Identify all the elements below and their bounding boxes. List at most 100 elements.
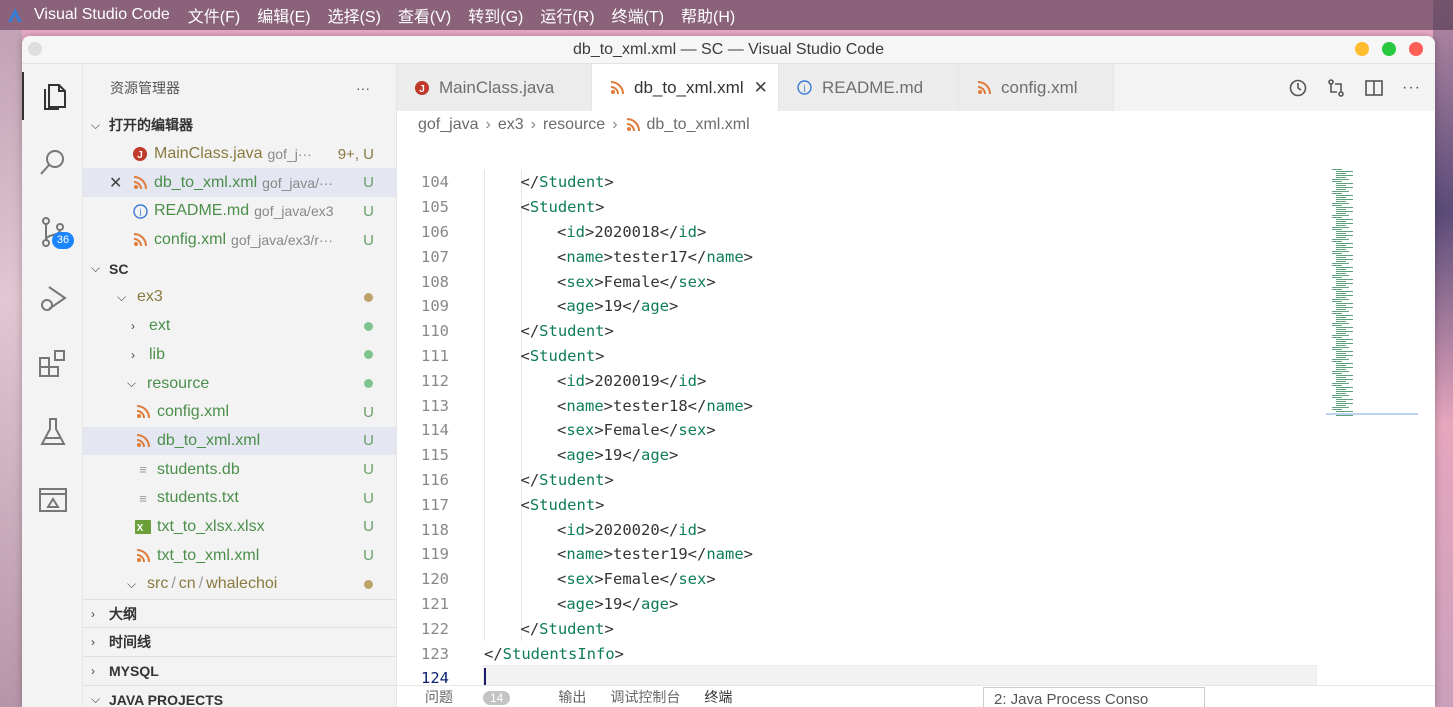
menu-edit[interactable]: 编辑(E) (257, 3, 310, 27)
minimap-line (1336, 377, 1346, 378)
history-icon[interactable] (1288, 78, 1308, 98)
tab-close-icon[interactable]: ✕ (754, 78, 768, 98)
open-editor-item[interactable]: config.xml gof_java/ex3/r··· U (83, 226, 396, 255)
menubar-app-name[interactable]: Visual Studio Code (34, 6, 170, 24)
menu-help[interactable]: 帮助(H) (681, 3, 735, 27)
breadcrumb-item[interactable]: db_to_xml.xml (647, 116, 750, 134)
minimap-line (1336, 315, 1353, 316)
minimap-line (1336, 351, 1353, 352)
tab-config[interactable]: config.xml (959, 64, 1114, 111)
menu-selection[interactable]: 选择(S) (328, 3, 381, 27)
rss-icon (625, 118, 641, 132)
tree-file[interactable]: txt_to_xml.xml U (83, 541, 396, 570)
run-debug-icon (40, 286, 67, 311)
open-editor-item-active[interactable]: ✕ db_to_xml.xml gof_java/··· U (83, 168, 396, 198)
outline-section-header[interactable]: › 大纲 (83, 598, 396, 628)
menu-file[interactable]: 文件(F) (188, 3, 240, 27)
activity-bar: 36 (22, 64, 83, 707)
minimap-line (1332, 325, 1342, 326)
java-projects-section-header[interactable]: ⌵ JAVA PROJECTS (83, 684, 396, 707)
menu-go[interactable]: 转到(G) (468, 3, 523, 27)
more-actions-icon[interactable]: ··· (1402, 79, 1421, 97)
line-number: 123 (421, 644, 449, 663)
window-title: db_to_xml.xml — SC — Visual Studio Code (573, 40, 884, 58)
close-window-button[interactable] (1409, 42, 1423, 56)
menu-terminal[interactable]: 终端(T) (612, 3, 664, 27)
tree-folder-resource[interactable]: ⌵ resource (83, 369, 396, 398)
chevron-right-icon: › (91, 663, 95, 678)
minimap-line (1336, 319, 1353, 320)
breadcrumb-item[interactable]: resource (543, 116, 605, 134)
menu-view[interactable]: 查看(V) (398, 3, 451, 27)
minimap-line (1332, 229, 1342, 230)
open-editor-item[interactable]: J MainClass.java gof_j··· 9+, U (83, 140, 396, 169)
minimize-button[interactable] (1355, 42, 1369, 56)
tab-mainclass[interactable]: J MainClass.java (397, 64, 592, 111)
minimap-line (1332, 215, 1349, 216)
explorer-more-button[interactable]: ··· (356, 80, 370, 96)
code-text: </Student> (520, 470, 614, 489)
tab-readme[interactable]: i README.md (779, 64, 959, 111)
minimap-line (1336, 245, 1346, 246)
minimap-line (1336, 341, 1346, 342)
minimap-line (1332, 227, 1349, 228)
tree-file-selected[interactable]: db_to_xml.xml U (83, 426, 396, 456)
code-text: <age>19</age> (557, 594, 679, 613)
code-line: 119 <name>tester19</name> (397, 542, 1317, 567)
code-editor[interactable]: 104 </Student> 105 <Student> 106 <id>2020018<… (397, 168, 1435, 707)
breadcrumb-item[interactable]: ex3 (498, 116, 524, 134)
minimap-line (1332, 301, 1342, 302)
tree-file[interactable]: ≡ students.db U (83, 455, 396, 484)
code-line: 107 <name>tester17</name> (397, 244, 1317, 269)
zoom-button[interactable] (1382, 42, 1396, 56)
desktop-background-left (0, 30, 22, 707)
mysql-section-header[interactable]: › MYSQL (83, 656, 396, 685)
minimap-line (1336, 283, 1353, 284)
window-controls (1355, 42, 1423, 56)
tree-folder-src[interactable]: ⌵ src / cn / whalechoi (83, 570, 396, 599)
tab-db-to-xml[interactable]: db_to_xml.xml ✕ (592, 64, 779, 111)
open-editors-section-header[interactable]: ⌵ 打开的编辑器 (83, 111, 396, 140)
terminal-select[interactable]: 2: Java Process Conso (983, 687, 1205, 707)
chevron-right-icon: › (91, 606, 95, 621)
explorer-activity-button[interactable] (22, 72, 83, 120)
editor-tabs: J MainClass.java db_to_xml.xml ✕ i READM… (397, 64, 1435, 111)
minimap-line (1332, 383, 1349, 384)
minimap-line (1336, 333, 1346, 334)
minimap-slider[interactable] (1326, 413, 1418, 415)
tree-folder-ext[interactable]: › ext (83, 312, 396, 341)
workspace-section-header[interactable]: ⌵ SC (83, 254, 396, 283)
tree-file[interactable]: ≡ students.txt U (83, 484, 396, 513)
line-number: 121 (421, 594, 449, 613)
search-activity-button[interactable] (22, 138, 83, 186)
panel-tab-debug-console[interactable]: 调试控制台 (610, 687, 680, 707)
remote-explorer-activity-button[interactable] (22, 476, 83, 524)
tree-folder-lib[interactable]: › lib (83, 341, 396, 370)
menu-run[interactable]: 运行(R) (540, 3, 594, 27)
close-icon[interactable]: ✕ (109, 173, 132, 193)
tree-file[interactable]: X txt_to_xlsx.xlsx U (83, 513, 396, 542)
run-debug-activity-button[interactable] (22, 274, 83, 322)
timeline-section-header[interactable]: › 时间线 (83, 627, 396, 656)
open-editor-item[interactable]: i README.md gof_java/ex3 U (83, 197, 396, 226)
extensions-activity-button[interactable] (22, 340, 83, 388)
tree-file[interactable]: config.xml U (83, 398, 396, 427)
minimap[interactable] (1326, 168, 1418, 418)
split-editor-icon[interactable] (1364, 78, 1384, 98)
panel-tab-output[interactable]: 输出 (558, 687, 586, 707)
extensions-icon (38, 350, 65, 377)
chevron-down-icon: ⌵ (117, 289, 127, 304)
source-control-activity-button[interactable] (22, 208, 83, 256)
compare-changes-icon[interactable] (1326, 78, 1346, 98)
code-line: 104 </Student> (397, 170, 1317, 195)
tree-folder-ex3[interactable]: ⌵ ex3 (83, 283, 396, 312)
code-line: 111 <Student> (397, 344, 1317, 369)
minimap-line (1336, 219, 1353, 220)
minimap-line (1332, 407, 1349, 408)
breadcrumb-item[interactable]: gof_java (418, 116, 479, 134)
testing-activity-button[interactable] (22, 408, 83, 456)
panel-tab-terminal[interactable]: 终端 (704, 687, 732, 707)
remote-explorer-icon (38, 488, 67, 512)
editor-actions: ··· (1288, 64, 1421, 111)
panel-tab-problems[interactable]: 问题 14 (425, 687, 534, 707)
